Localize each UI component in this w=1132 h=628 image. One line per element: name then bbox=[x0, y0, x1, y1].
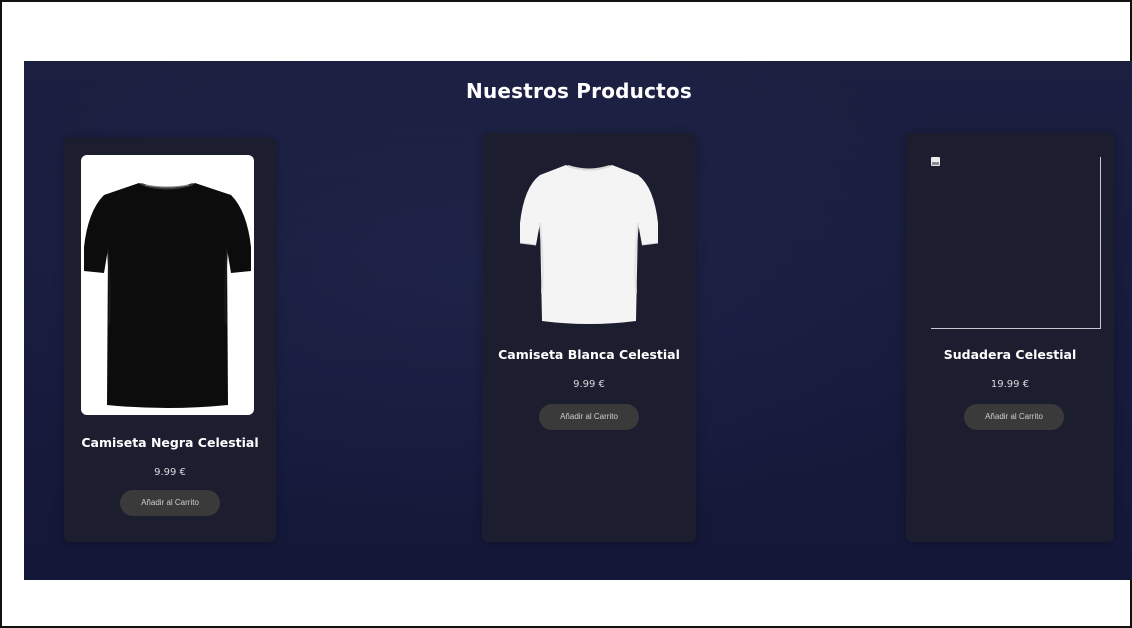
add-to-cart-button[interactable]: Añadir al Carrito bbox=[964, 404, 1064, 430]
product-name: Camiseta Blanca Celestial bbox=[498, 347, 680, 362]
page-frame: Nuestros Productos Camiseta Negra Celest… bbox=[0, 0, 1132, 628]
product-price: 9.99 € bbox=[154, 467, 186, 478]
broken-image-icon bbox=[931, 157, 940, 166]
black-tshirt-image bbox=[84, 183, 251, 408]
section-title: Nuestros Productos bbox=[466, 79, 692, 103]
product-card: Sudadera Celestial 19.99 € Añadir al Car… bbox=[906, 133, 1114, 542]
product-image[interactable] bbox=[81, 155, 254, 415]
product-card: Camiseta Negra Celestial 9.99 € Añadir a… bbox=[64, 137, 276, 542]
add-to-cart-button[interactable]: Añadir al Carrito bbox=[120, 490, 220, 516]
white-tshirt-image bbox=[519, 165, 659, 324]
product-price: 19.99 € bbox=[990, 379, 1030, 390]
product-image[interactable] bbox=[931, 157, 1101, 329]
product-name: Sudadera Celestial bbox=[943, 347, 1077, 362]
add-to-cart-button[interactable]: Añadir al Carrito bbox=[539, 404, 639, 430]
products-section: Nuestros Productos Camiseta Negra Celest… bbox=[24, 61, 1132, 580]
product-price: 9.99 € bbox=[573, 379, 605, 390]
product-image[interactable] bbox=[502, 153, 676, 331]
product-card: Camiseta Blanca Celestial 9.99 € Añadir … bbox=[482, 133, 696, 542]
product-name: Camiseta Negra Celestial bbox=[81, 435, 259, 450]
